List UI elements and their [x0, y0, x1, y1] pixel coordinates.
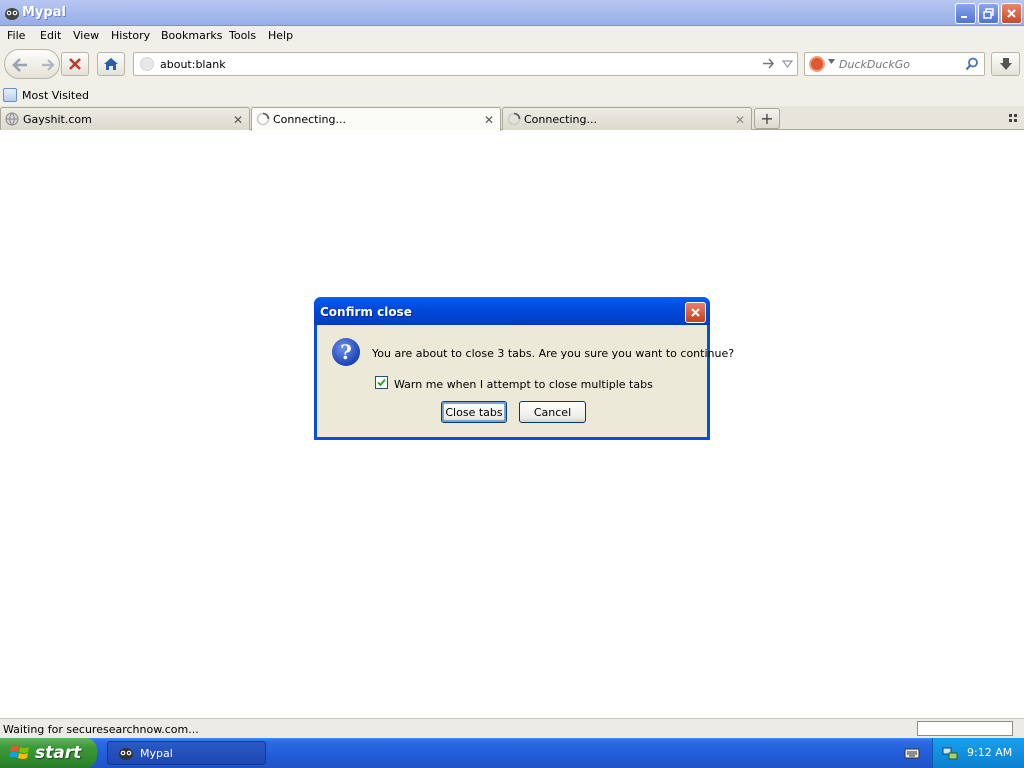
dialog-close-button[interactable]	[685, 302, 706, 323]
mypal-app-icon	[5, 8, 19, 20]
status-text: Waiting for securesearchnow.com...	[3, 723, 199, 736]
restore-icon	[983, 8, 994, 19]
back-forward-group	[4, 49, 60, 79]
search-box[interactable]	[804, 52, 985, 76]
home-icon	[104, 58, 118, 70]
new-tab-button[interactable]: +	[754, 108, 780, 129]
menu-bar: File Edit View History Bookmarks Tools H…	[0, 26, 1024, 46]
back-arrow-icon	[12, 58, 27, 72]
address-url: about:blank	[160, 58, 226, 71]
tab-label: Gayshit.com	[23, 113, 92, 126]
cancel-button[interactable]: Cancel	[519, 401, 586, 423]
engine-dropdown-icon[interactable]	[828, 59, 835, 64]
start-label: start	[35, 743, 82, 763]
bookmarks-toolbar: Most Visited	[0, 84, 1024, 106]
most-visited-folder[interactable]: Most Visited	[3, 87, 89, 103]
restore-button[interactable]	[978, 3, 999, 24]
menu-bookmarks[interactable]: Bookmarks	[161, 29, 222, 42]
loading-spinner-icon	[256, 112, 270, 126]
stop-button[interactable]	[61, 52, 89, 76]
menu-view[interactable]: View	[73, 29, 99, 42]
start-button[interactable]: start	[0, 738, 97, 768]
duckduckgo-icon[interactable]	[809, 56, 825, 72]
system-tray: 9:12 AM	[932, 738, 1024, 768]
dialog-titlebar: Confirm close	[314, 297, 710, 325]
navigation-toolbar: about:blank	[0, 46, 1024, 84]
most-visited-icon	[3, 88, 17, 102]
tab-label: Connecting...	[524, 113, 597, 126]
checkmark-icon	[377, 378, 386, 387]
downloads-button[interactable]	[991, 52, 1020, 76]
menu-file[interactable]: File	[7, 29, 25, 42]
loading-spinner-icon	[507, 112, 521, 126]
tab-1[interactable]: Gayshit.com ✕	[0, 107, 250, 130]
minimize-button[interactable]	[955, 3, 976, 24]
list-all-tabs-icon[interactable]	[1008, 113, 1018, 123]
warn-checkbox-label[interactable]: Warn me when I attempt to close multiple…	[394, 378, 653, 391]
windows-logo-icon	[10, 746, 29, 759]
taskbar-item-mypal[interactable]: Mypal	[107, 741, 266, 765]
tab-close-icon[interactable]: ✕	[484, 113, 494, 127]
close-icon	[691, 308, 700, 317]
mypal-app-icon	[119, 748, 133, 760]
close-window-button[interactable]	[1001, 3, 1022, 24]
network-icon[interactable]	[942, 745, 958, 761]
status-progress-box	[917, 721, 1013, 736]
minimize-icon	[961, 16, 967, 18]
close-icon	[1007, 9, 1016, 18]
page-favicon-icon	[140, 57, 154, 71]
forward-button[interactable]	[35, 50, 61, 80]
warn-checkbox[interactable]	[375, 376, 388, 389]
go-arrow-icon[interactable]	[762, 57, 775, 70]
menu-tools[interactable]: Tools	[229, 29, 256, 42]
tab-close-icon[interactable]: ✕	[735, 113, 745, 127]
menu-edit[interactable]: Edit	[40, 29, 61, 42]
forward-arrow-icon	[42, 59, 55, 71]
menu-history[interactable]: History	[111, 29, 150, 42]
search-icon[interactable]	[965, 57, 979, 71]
home-button[interactable]	[97, 52, 125, 76]
globe-icon	[5, 112, 19, 126]
stop-icon	[69, 58, 81, 70]
tab-strip: Gayshit.com ✕ Connecting... ✕ Connecting…	[0, 106, 1024, 131]
dialog-message: You are about to close 3 tabs. Are you s…	[372, 347, 735, 360]
windows-taskbar: start Mypal 9:12 AM	[0, 738, 1024, 768]
dialog-title: Confirm close	[320, 305, 412, 319]
confirm-close-dialog: Confirm close ? You are about to close 3…	[314, 297, 734, 440]
window-title: Mypal	[22, 5, 66, 20]
back-button[interactable]	[5, 50, 35, 80]
taskbar-clock[interactable]: 9:12 AM	[967, 746, 1012, 759]
close-tabs-button[interactable]: Close tabs	[441, 401, 507, 423]
tab-3[interactable]: Connecting... ✕	[502, 107, 752, 130]
keyboard-icon[interactable]	[904, 746, 920, 760]
tab-close-icon[interactable]: ✕	[233, 113, 243, 127]
status-bar: Waiting for securesearchnow.com...	[0, 718, 1024, 738]
search-input[interactable]	[839, 56, 959, 72]
menu-help[interactable]: Help	[268, 29, 293, 42]
tab-2[interactable]: Connecting... ✕	[251, 107, 501, 131]
taskbar-item-label: Mypal	[140, 746, 173, 760]
question-icon: ?	[332, 338, 360, 366]
history-dropdown-icon[interactable]	[782, 58, 793, 69]
tab-label: Connecting...	[273, 113, 346, 126]
plus-icon: +	[760, 109, 774, 128]
most-visited-label: Most Visited	[22, 88, 89, 102]
window-titlebar: Mypal	[0, 0, 1024, 26]
address-bar[interactable]: about:blank	[133, 52, 798, 76]
download-icon	[999, 58, 1012, 70]
